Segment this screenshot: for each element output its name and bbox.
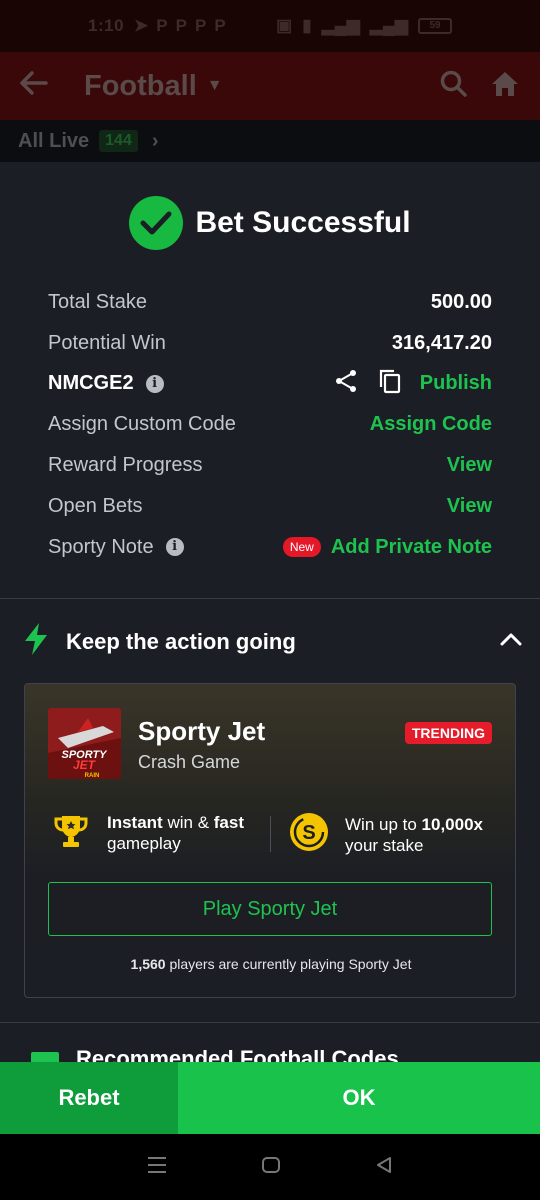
check-circle-icon	[129, 196, 184, 250]
info-icon[interactable]: i	[165, 538, 184, 557]
search-icon[interactable]	[440, 70, 468, 103]
publish-link[interactable]: Publish	[420, 372, 492, 395]
detail-row-custom-code: Assign Custom Code Assign Code	[48, 404, 492, 445]
promo-section-title: Keep the action going	[66, 628, 296, 654]
booking-code: NMCGE2	[48, 372, 134, 395]
notification-icon: P	[156, 16, 168, 35]
ticket-icon	[30, 1046, 60, 1062]
trophy-icon	[53, 813, 89, 854]
assign-code-link[interactable]: Assign Code	[370, 413, 492, 436]
rebet-button[interactable]: Rebet	[0, 1062, 178, 1134]
signal-icon: ▂▄▆	[321, 16, 360, 35]
home-icon[interactable]	[490, 70, 520, 103]
notification-icon: P	[194, 16, 207, 35]
game-name: Sporty Jet	[138, 716, 266, 746]
new-badge: New	[282, 537, 321, 558]
app-header: Football ▼	[0, 52, 540, 120]
detail-row-reward-progress: Reward Progress View	[48, 445, 492, 486]
recommended-title: Recommended Football Codes	[76, 1046, 399, 1062]
status-time: 1:10	[88, 16, 125, 35]
svg-text:JET: JET	[73, 758, 97, 772]
feature-text: Win up to 10,000x your stake	[345, 814, 483, 855]
nfc-icon: ▣	[276, 16, 293, 35]
detail-row-potential-win: Potential Win 316,417.20	[48, 323, 492, 364]
copy-icon[interactable]	[378, 368, 402, 400]
signal-icon: ▂▄▆	[369, 16, 408, 35]
recommended-header[interactable]: Recommended Football Codes	[30, 1046, 399, 1062]
svg-text:S: S	[302, 822, 315, 844]
open-bets-view-link[interactable]: View	[447, 495, 492, 518]
sport-selector[interactable]: Football	[84, 70, 197, 103]
detail-row-booking-code: NMCGE2 i Publish	[48, 364, 492, 405]
notification-icon: P	[214, 16, 226, 35]
game-subtitle: Crash Game	[138, 752, 241, 772]
home-button-icon[interactable]	[261, 1156, 281, 1179]
detail-row-sporty-note: Sporty Note i New Add Private Note	[48, 527, 492, 568]
detail-label: Open Bets	[48, 494, 143, 517]
bet-details: Total Stake 500.00 Potential Win 316,417…	[48, 282, 492, 568]
status-app-icons: ➤ P P P P	[134, 16, 226, 36]
feature-instant-win: Instant win & fast gameplay	[53, 812, 244, 854]
sporty-jet-card: SPORTY JET RAIN Sporty Jet Crash Game TR…	[24, 683, 516, 998]
coin-icon: S	[289, 812, 329, 857]
telegram-icon: ➤	[134, 16, 149, 35]
menu-icon[interactable]	[147, 1156, 167, 1179]
lightning-icon	[22, 622, 50, 661]
system-nav-bar	[0, 1134, 540, 1200]
total-stake-value: 500.00	[430, 290, 492, 313]
promo-section-header[interactable]: Keep the action going	[22, 622, 522, 661]
chevron-up-icon[interactable]	[500, 632, 522, 651]
success-header: Bet Successful	[0, 196, 540, 250]
detail-label: Total Stake	[48, 290, 147, 313]
all-live-tab[interactable]: All Live	[18, 130, 89, 153]
add-private-note-link[interactable]: Add Private Note	[331, 536, 492, 559]
potential-win-value: 316,417.20	[391, 331, 492, 354]
detail-row-total-stake: Total Stake 500.00	[48, 282, 492, 323]
share-icon[interactable]	[334, 369, 358, 399]
caret-down-icon[interactable]: ▼	[207, 77, 223, 95]
ok-button[interactable]: OK	[178, 1062, 540, 1134]
info-icon[interactable]: i	[145, 374, 164, 393]
feature-text: Instant win & fast gameplay	[107, 813, 244, 853]
detail-label: Reward Progress	[48, 454, 203, 477]
divider	[0, 1022, 540, 1023]
back-arrow-icon[interactable]	[20, 69, 70, 103]
success-title: Bet Successful	[195, 206, 411, 239]
sporty-jet-thumbnail: SPORTY JET RAIN	[48, 708, 121, 779]
svg-text:RAIN: RAIN	[85, 773, 100, 779]
play-sporty-jet-button[interactable]: Play Sporty Jet	[48, 882, 492, 936]
battery-icon: 59	[418, 18, 452, 34]
divider	[0, 598, 540, 599]
detail-label: Sporty Note	[48, 535, 154, 558]
chevron-right-icon[interactable]: ›	[152, 130, 159, 153]
feature-win-multiplier: S Win up to 10,000x your stake	[289, 812, 483, 857]
vibrate-icon: ▮	[302, 16, 312, 35]
status-indicators: ▣ ▮ ▂▄▆ ▂▄▆ 59	[276, 16, 452, 36]
detail-label: Assign Custom Code	[48, 413, 236, 436]
status-bar: 1:10 ➤ P P P P ▣ ▮ ▂▄▆ ▂▄▆ 59	[0, 0, 540, 52]
reward-progress-view-link[interactable]: View	[447, 454, 492, 477]
detail-row-open-bets: Open Bets View	[48, 486, 492, 527]
bet-success-sheet: Bet Successful Total Stake 500.00 Potent…	[0, 162, 540, 1062]
live-count-badge: 144	[99, 130, 138, 152]
trending-badge: TRENDING	[404, 722, 492, 744]
players-count-text: 1,560 players are currently playing Spor…	[130, 956, 412, 972]
back-triangle-icon[interactable]	[375, 1156, 393, 1179]
feature-divider	[270, 816, 271, 852]
detail-label: Potential Win	[48, 331, 166, 354]
live-bar: All Live 144 ›	[0, 120, 540, 162]
notification-icon: P	[175, 16, 187, 35]
